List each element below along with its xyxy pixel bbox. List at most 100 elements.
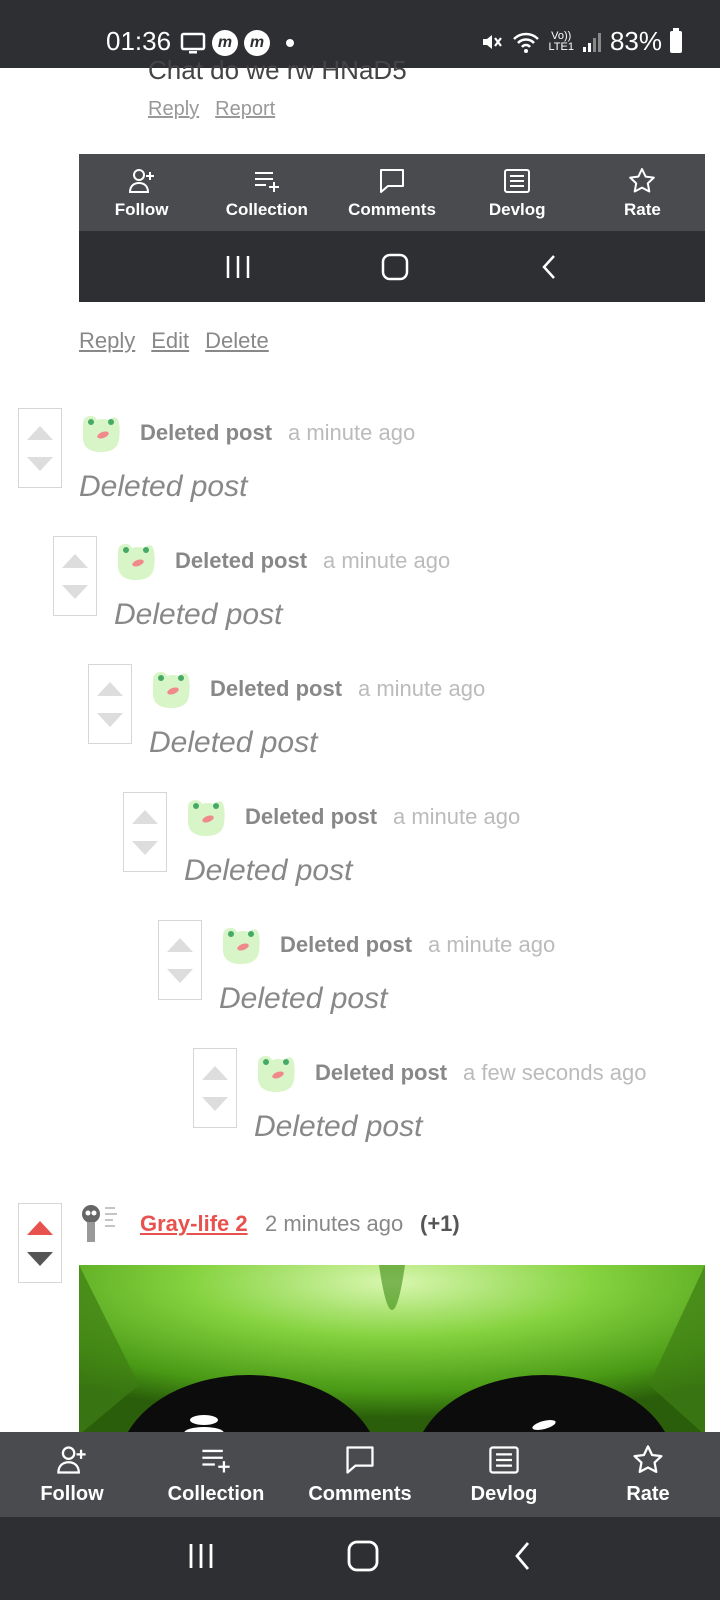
back-button[interactable] [509, 1539, 535, 1578]
downvote-button[interactable] [27, 1251, 53, 1266]
downvote-button[interactable] [202, 1096, 228, 1111]
comment-body: Deleted post [219, 982, 388, 1015]
report-link[interactable]: Report [215, 98, 275, 121]
collection-button: Collection [204, 154, 329, 231]
comment-body: Deleted post [149, 726, 318, 759]
comment-author: Deleted post [245, 804, 378, 829]
devlog-button[interactable]: Devlog [432, 1432, 576, 1517]
comment-time: 2 minutes ago [265, 1211, 404, 1236]
downvote-button[interactable] [132, 840, 158, 855]
collection-button[interactable]: Collection [144, 1432, 288, 1517]
comments-icon [346, 1446, 374, 1474]
devlog-button: Devlog [455, 154, 580, 231]
comment-time: a minute ago [428, 932, 556, 957]
comment-body: Deleted post [184, 854, 353, 887]
comments-label: Comments [348, 199, 436, 219]
comment-time: a minute ago [358, 676, 486, 701]
rate-button: Rate [580, 154, 705, 231]
frog-avatar-icon [153, 672, 190, 708]
follow-icon [57, 1446, 86, 1474]
app-m-icon: m [212, 30, 238, 56]
mute-icon [483, 34, 503, 49]
frog-avatar-icon [188, 800, 225, 836]
collection-icon [254, 171, 279, 192]
screen-cast-icon [180, 32, 206, 54]
frog-avatar-icon [118, 544, 155, 580]
embedded-toolbar: Follow Collection Comments Devlog Rate [79, 154, 705, 231]
follow-button: Follow [79, 154, 204, 231]
delete-link[interactable]: Delete [205, 328, 269, 354]
back-icon [537, 252, 561, 282]
devlog-label: Devlog [470, 1483, 538, 1505]
downvote-button[interactable] [97, 712, 123, 727]
frog-avatar-icon [223, 928, 260, 964]
rate-button[interactable]: Rate [576, 1432, 720, 1517]
system-nav-bar [0, 1517, 720, 1600]
recents-icon [189, 1544, 213, 1568]
app-m-icon: m [244, 30, 270, 56]
home-icon [347, 1540, 379, 1572]
recents-button[interactable] [185, 1540, 217, 1577]
status-time: 01:36 [106, 26, 172, 56]
recents-icon [223, 253, 253, 281]
follow-button[interactable]: Follow [0, 1432, 144, 1517]
comment-author: Deleted post [280, 932, 413, 957]
follow-icon [128, 168, 154, 193]
battery-percent: 83% [609, 26, 662, 56]
comment-author-link[interactable]: Gray-life 2 [140, 1211, 248, 1237]
frog-avatar-icon [83, 416, 120, 452]
comment-time: a few seconds ago [463, 1060, 647, 1085]
back-icon [515, 1542, 530, 1570]
rate-icon [633, 1445, 663, 1474]
vote-box [53, 536, 97, 616]
signal-icon [582, 32, 601, 52]
upvote-button[interactable] [167, 937, 193, 952]
volte-label: Vo)) [551, 29, 572, 42]
comment-time: a minute ago [288, 420, 416, 445]
upvote-button[interactable] [202, 1065, 228, 1080]
upvote-button[interactable] [27, 425, 53, 440]
user-avatar[interactable] [79, 1202, 123, 1246]
top-comment-text: Chat do we rw HNaD5 [148, 55, 407, 85]
comments-icon [380, 168, 404, 193]
comment-body: Deleted post [114, 598, 283, 631]
comments-label: Comments [308, 1483, 412, 1505]
reply-link[interactable]: Reply [148, 98, 199, 121]
status-notification-icons: m m [180, 30, 294, 56]
downvote-button[interactable] [62, 584, 88, 599]
upvote-button[interactable] [27, 1220, 53, 1235]
upvote-button[interactable] [62, 553, 88, 568]
vote-box [18, 1203, 62, 1283]
devlog-icon [504, 168, 531, 193]
lte-label: LTE1 [548, 40, 574, 53]
own-comment-actions: Reply Edit Delete [79, 328, 269, 354]
status-system-icons: Vo)) LTE1 83% [480, 26, 682, 57]
comment-score: (+1) [420, 1211, 460, 1236]
battery-icon [670, 27, 682, 53]
lte-indicator: Vo)) LTE1 [548, 29, 574, 53]
downvote-button[interactable] [167, 968, 193, 983]
collection-label: Collection [167, 1483, 265, 1505]
reply-link[interactable]: Reply [79, 328, 135, 354]
upvote-button[interactable] [132, 809, 158, 824]
alien-face-image [79, 1265, 705, 1435]
comment-author: Deleted post [140, 420, 273, 445]
rate-label: Rate [626, 1483, 670, 1505]
collection-icon [202, 1449, 230, 1473]
devlog-icon [489, 1446, 519, 1474]
comment-author: Deleted post [175, 548, 308, 573]
follow-label: Follow [40, 1483, 104, 1505]
follow-label: Follow [114, 199, 169, 219]
downvote-button[interactable] [27, 456, 53, 471]
comment-author: Deleted post [315, 1060, 448, 1085]
upvote-button[interactable] [97, 681, 123, 696]
comments-button[interactable]: Comments [288, 1432, 432, 1517]
comment-image [79, 1265, 705, 1435]
home-button[interactable] [346, 1539, 380, 1578]
comment-body: Deleted post [254, 1110, 423, 1143]
vote-box [158, 920, 202, 1000]
embedded-nav-bar [79, 231, 705, 302]
edit-link[interactable]: Edit [151, 328, 189, 354]
vote-box [88, 664, 132, 744]
embedded-screenshot: Follow Collection Comments Devlog Rate [79, 154, 705, 302]
